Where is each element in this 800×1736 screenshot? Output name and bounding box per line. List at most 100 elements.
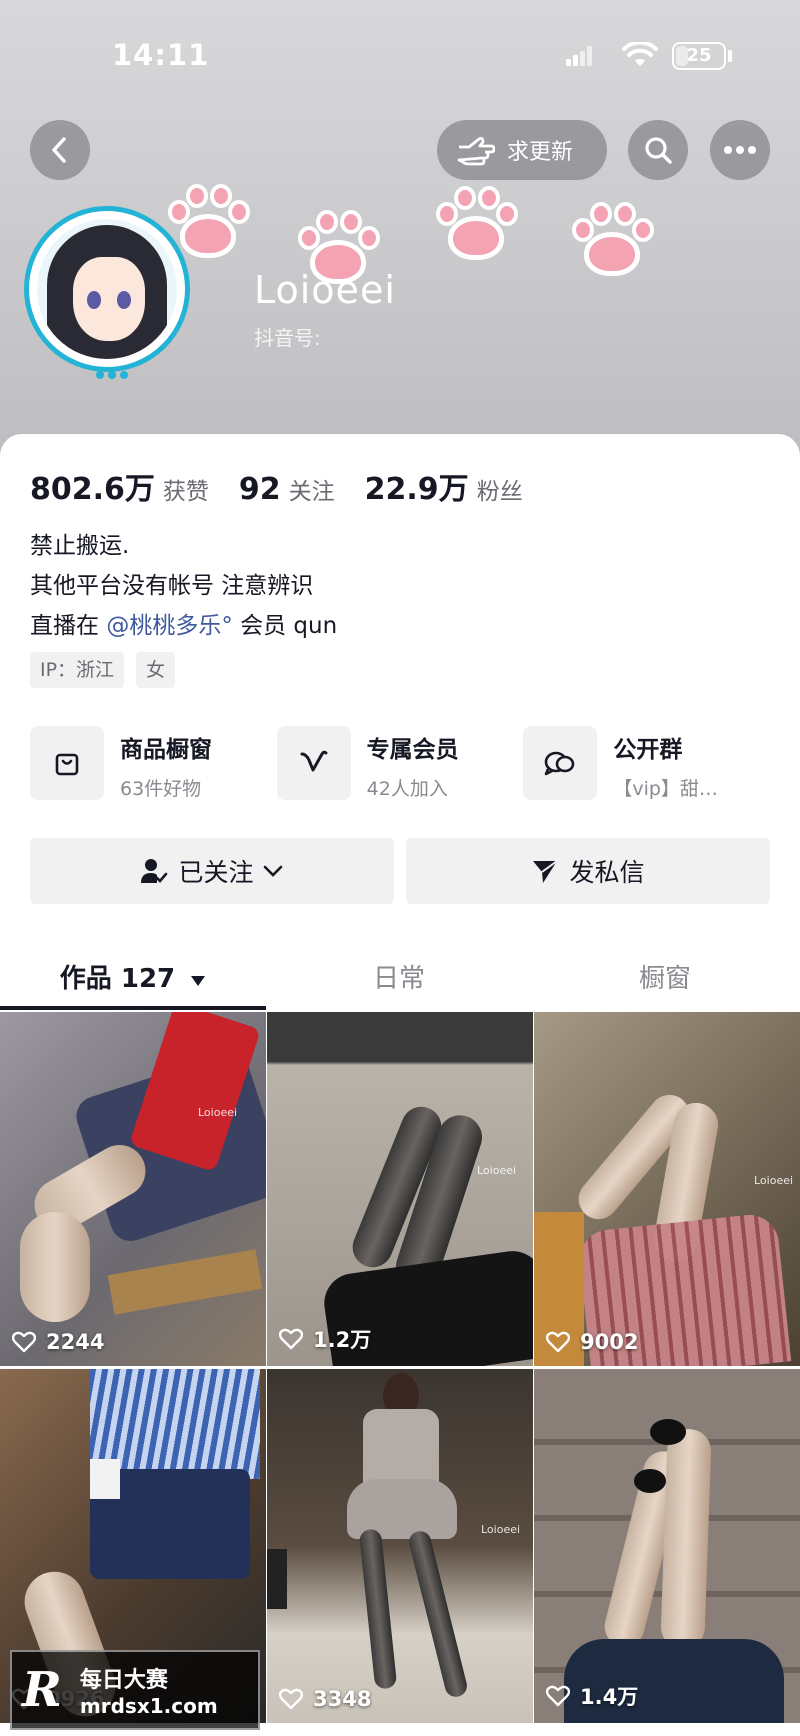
tab-daily[interactable]: 日常 — [266, 936, 532, 1010]
status-bar: 14:11 25 — [0, 34, 800, 74]
followed-button[interactable]: 已关注 — [30, 838, 394, 904]
send-message-label: 发私信 — [569, 858, 645, 887]
video-watermark: Loioeei — [198, 1106, 238, 1119]
live-ring — [24, 206, 190, 372]
public-group-entry[interactable]: 公开群 【vip】甜… — [523, 726, 770, 801]
shop-window-entry[interactable]: 商品橱窗 63件好物 — [30, 726, 277, 801]
battery-icon: 25 — [672, 42, 726, 70]
paw-decoration — [562, 196, 662, 286]
ip-location-tag: IP：浙江 — [30, 652, 125, 688]
video-thumbnail[interactable]: Loioeei 1.2万 — [267, 1012, 533, 1366]
search-button[interactable] — [628, 120, 688, 180]
tab-showcase[interactable]: 橱窗 — [532, 936, 798, 1010]
feature-subtitle: 42人加入 — [366, 778, 448, 800]
feature-title: 公开群 — [613, 737, 683, 763]
stat-label: 粉丝 — [476, 479, 523, 505]
bio-text: 会员 qun — [232, 613, 338, 639]
shopping-bag-icon — [30, 726, 104, 800]
video-thumbnail[interactable]: 1.4万 — [534, 1369, 800, 1723]
gender-tag: 女 — [136, 652, 176, 688]
tab-label: 日常 — [372, 964, 425, 994]
douyin-id[interactable]: 抖音号: — [254, 322, 321, 351]
profile-tags: IP：浙江 女 — [30, 652, 187, 688]
battery-level: 25 — [686, 45, 712, 66]
like-count-value: 3348 — [313, 1687, 372, 1711]
chevron-down-icon — [263, 865, 282, 877]
bio-line: 禁止搬运. — [30, 533, 130, 559]
video-watermark: Loioeei — [477, 1164, 517, 1177]
video-thumbnail[interactable]: Loioeei 2244 — [0, 1012, 266, 1366]
feature-entries: 商品橱窗 63件好物 专属会员 42人加入 公开群 【vip】甜… — [30, 726, 770, 801]
heart-icon — [12, 1331, 36, 1353]
feature-subtitle: 【vip】甜… — [613, 778, 718, 800]
stat-value: 22.9万 — [364, 472, 469, 507]
site-watermark-url: mrdsx1.com — [79, 1694, 218, 1718]
user-check-icon — [141, 859, 168, 883]
username: Loioeei — [254, 268, 396, 312]
stat-followers[interactable]: 22.9万 粉丝 — [365, 464, 523, 508]
stat-following[interactable]: 92 关注 — [239, 472, 335, 507]
wifi-icon — [622, 42, 658, 66]
heart-icon — [279, 1688, 303, 1710]
like-count: 1.4万 — [546, 1681, 638, 1711]
stat-label: 关注 — [288, 479, 335, 505]
tab-label: 橱窗 — [638, 964, 691, 994]
stat-value: 802.6万 — [30, 472, 155, 507]
feature-subtitle: 63件好物 — [120, 778, 202, 800]
site-logo-icon: R — [22, 1662, 62, 1718]
feature-title: 专属会员 — [366, 737, 459, 763]
pointing-hand-icon — [457, 137, 495, 166]
cellular-signal-icon — [566, 46, 592, 66]
chevron-left-icon — [52, 137, 66, 163]
bio: 禁止搬运. 其他平台没有帐号 注意辨识 直播在 @桃桃多乐° 会员 qun — [30, 526, 337, 646]
like-count-value: 1.4万 — [580, 1685, 639, 1709]
feature-title: 商品橱窗 — [120, 737, 212, 763]
heart-icon — [546, 1331, 570, 1353]
heart-icon — [279, 1328, 303, 1350]
mention-link[interactable]: @桃桃多乐° — [106, 613, 233, 639]
profile-stats: 802.6万 获赞 92 关注 22.9万 粉丝 — [30, 464, 553, 508]
content-tabs: 作品 127 日常 橱窗 — [0, 936, 800, 1010]
v-member-icon — [276, 726, 351, 800]
membership-entry[interactable]: 专属会员 42人加入 — [276, 726, 524, 801]
like-count: 9002 — [546, 1330, 638, 1354]
video-grid: Loioeei 2244 Loioeei 1.2万 Loioeei 9002 0… — [0, 1012, 800, 1723]
status-time: 14:11 — [112, 38, 210, 72]
caret-down-icon — [191, 976, 206, 986]
followed-label: 已关注 — [178, 858, 254, 887]
avatar[interactable] — [24, 206, 194, 406]
bio-text: 直播在 — [30, 613, 107, 639]
video-thumbnail[interactable]: Loioeei 9002 — [534, 1012, 800, 1366]
bio-line: 其他平台没有帐号 注意辨识 — [30, 573, 314, 599]
tab-works[interactable]: 作品 127 — [0, 936, 266, 1010]
back-button[interactable] — [30, 120, 90, 180]
group-chat-icon — [523, 726, 598, 800]
live-indicator — [96, 364, 132, 383]
like-count: 3348 — [279, 1687, 371, 1711]
more-button[interactable] — [710, 120, 770, 180]
profile-card: 802.6万 获赞 92 关注 22.9万 粉丝 禁止搬运. 其他平台没有帐号 … — [0, 434, 800, 1736]
request-update-label: 求更新 — [507, 140, 574, 165]
video-watermark: Loioeei — [481, 1523, 521, 1536]
bio-line: 直播在 @桃桃多乐° 会员 qun — [30, 606, 337, 646]
like-count: 2244 — [12, 1330, 104, 1354]
video-watermark: Loioeei — [754, 1174, 794, 1187]
site-watermark-logo: R 每日大赛 mrdsx1.com — [10, 1650, 260, 1730]
tab-label: 作品 127 — [59, 964, 176, 994]
paw-decoration — [426, 180, 526, 270]
request-update-button[interactable]: 求更新 — [437, 120, 607, 180]
stat-value: 92 — [238, 472, 281, 507]
heart-icon — [546, 1685, 570, 1707]
search-icon — [645, 137, 672, 164]
site-watermark-name: 每日大赛 — [79, 1668, 168, 1693]
like-count-value: 2244 — [46, 1330, 105, 1354]
video-thumbnail[interactable]: Loioeei 3348 — [267, 1369, 533, 1723]
more-dots-icon — [724, 146, 756, 154]
send-message-button[interactable]: 发私信 — [406, 838, 770, 904]
send-icon — [533, 860, 559, 883]
like-count: 1.2万 — [279, 1324, 371, 1354]
stat-likes[interactable]: 802.6万 获赞 — [30, 464, 209, 508]
stat-label: 获赞 — [162, 479, 209, 505]
anime-girl-avatar-image — [37, 219, 177, 359]
profile-actions: 已关注 发私信 — [30, 838, 770, 904]
